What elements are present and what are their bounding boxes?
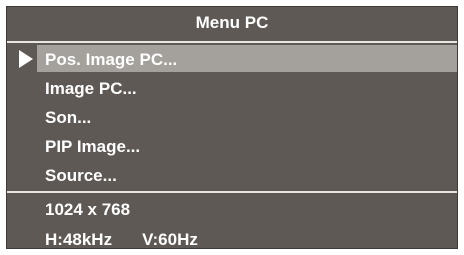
menu-item-image-pc[interactable]: Image PC... (7, 74, 457, 103)
horizontal-frequency: H:48kHz (45, 230, 113, 249)
menu-item-label: Image PC... (45, 79, 137, 98)
osd-menu-panel: Menu PC Pos. Image PC... Image PC... Son… (6, 6, 458, 249)
resolution-readout: 1024 x 768 (45, 200, 131, 219)
menu-list: Pos. Image PC... Image PC... Son... PIP … (7, 45, 457, 190)
frequency-readout: H:48kHz V:60Hz (45, 226, 198, 254)
menu-item-label: Pos. Image PC... (45, 50, 178, 69)
menu-item-label: Source... (45, 166, 117, 185)
menu-item-label: Son... (45, 108, 92, 127)
title-divider (7, 41, 457, 43)
menu-item-pos-image-pc[interactable]: Pos. Image PC... (7, 45, 457, 74)
menu-title: Menu PC (195, 13, 269, 32)
menu-item-label: PIP Image... (45, 137, 141, 156)
menu-item-son[interactable]: Son... (7, 103, 457, 132)
info-divider (7, 191, 457, 193)
menu-item-pip-image[interactable]: PIP Image... (7, 132, 457, 161)
selection-arrow-icon (19, 50, 33, 68)
menu-item-source[interactable]: Source... (7, 161, 457, 190)
vertical-frequency: V:60Hz (142, 230, 198, 249)
